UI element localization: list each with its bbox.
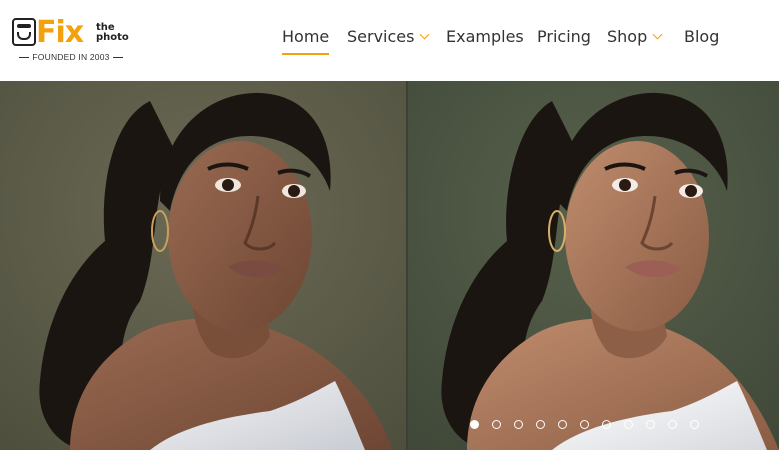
slider-dot-6[interactable] (580, 420, 589, 429)
before-after-divider[interactable] (406, 81, 408, 450)
slider-dot-3[interactable] (514, 420, 523, 429)
nav-active-underline (282, 53, 330, 55)
nav-examples-label: Examples (446, 27, 524, 46)
slider-pagination (470, 420, 710, 434)
slider-dot-8[interactable] (624, 420, 633, 429)
hero-before-image (0, 81, 407, 450)
site-header: Fix the photo FOUNDED IN 2003 Home Servi… (0, 0, 779, 81)
slider-dot-7[interactable] (602, 420, 611, 429)
hero-after-image (407, 81, 779, 450)
slider-dot-9[interactable] (646, 420, 655, 429)
slider-dot-1[interactable] (470, 420, 479, 429)
hero-slider[interactable] (0, 81, 779, 450)
portrait-before-graphic (0, 81, 407, 450)
nav-pricing[interactable]: Pricing (537, 26, 591, 48)
nav-shop-label: Shop (607, 27, 648, 46)
chevron-down-icon (420, 29, 430, 40)
portrait-after-graphic (407, 81, 779, 450)
slider-dot-5[interactable] (558, 420, 567, 429)
nav-home[interactable]: Home (282, 26, 330, 55)
main-nav: Home Services Examples Pricing Shop Blog (0, 26, 779, 56)
nav-services[interactable]: Services (347, 26, 430, 48)
nav-blog-label: Blog (684, 27, 720, 46)
nav-services-label: Services (347, 27, 415, 46)
slider-dot-10[interactable] (668, 420, 677, 429)
chevron-down-icon (652, 29, 663, 40)
nav-examples[interactable]: Examples (446, 26, 524, 48)
nav-shop[interactable]: Shop (607, 26, 663, 48)
nav-blog[interactable]: Blog (684, 26, 719, 48)
slider-dot-11[interactable] (690, 420, 699, 429)
slider-dot-2[interactable] (492, 420, 501, 429)
nav-pricing-label: Pricing (537, 27, 591, 46)
slider-dot-4[interactable] (536, 420, 545, 429)
nav-home-label: Home (282, 27, 330, 46)
